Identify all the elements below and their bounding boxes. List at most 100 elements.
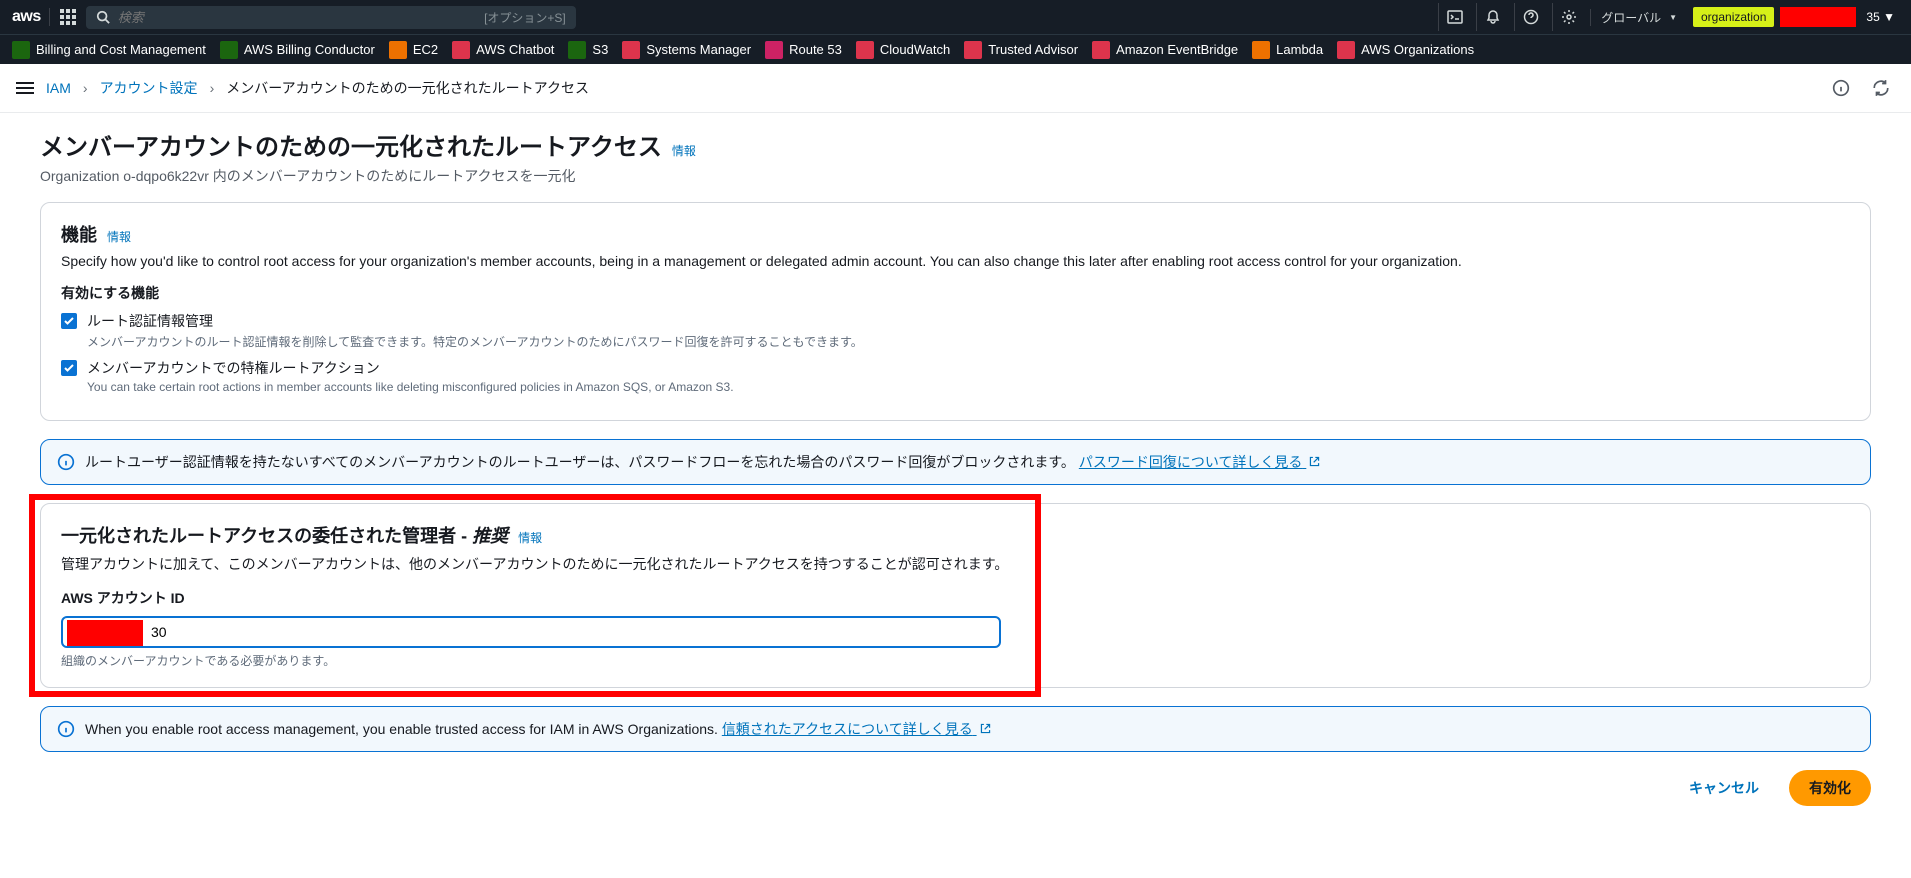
feature-sub: メンバーアカウントのルート認証情報を削除して監査できます。特定のメンバーアカウン… (87, 333, 863, 350)
action-row: キャンセル 有効化 (40, 770, 1871, 806)
account-badge[interactable]: organization (1693, 7, 1774, 27)
breadcrumb-bar: IAM › アカウント設定 › メンバーアカウントのための一元化されたルートアク… (0, 64, 1911, 113)
service-item-4[interactable]: S3 (568, 41, 608, 59)
feature-label: ルート認証情報管理 (87, 311, 863, 331)
alert1-text: ルートユーザー認証情報を持たないすべてのメンバーアカウントのルートユーザーは、パ… (85, 454, 1075, 470)
service-item-6[interactable]: Route 53 (765, 41, 842, 59)
checkbox[interactable] (61, 360, 77, 376)
breadcrumb-iam[interactable]: IAM (46, 80, 71, 96)
cancel-button[interactable]: キャンセル (1673, 770, 1775, 806)
settings-icon[interactable] (1552, 3, 1584, 31)
delegated-title: 一元化されたルートアクセスの委任された管理者 - 推奨 (61, 522, 508, 548)
info-icon (57, 720, 75, 738)
features-info-link[interactable]: 情報 (107, 228, 131, 245)
account-id-input[interactable] (61, 616, 1001, 648)
delegated-admin-panel: 一元化されたルートアクセスの委任された管理者 - 推奨 情報 管理アカウントに加… (40, 503, 1871, 688)
service-label: Systems Manager (646, 42, 751, 57)
service-label: S3 (592, 42, 608, 57)
service-item-10[interactable]: Lambda (1252, 41, 1323, 59)
alert1-link[interactable]: パスワード回復について詳しく見る (1079, 454, 1321, 470)
service-label: AWS Chatbot (476, 42, 554, 57)
service-label: Route 53 (789, 42, 842, 57)
info-circle-icon[interactable] (1827, 74, 1855, 102)
service-item-8[interactable]: Trusted Advisor (964, 41, 1078, 59)
service-icon (12, 41, 30, 59)
service-label: Trusted Advisor (988, 42, 1078, 57)
external-link-icon (1308, 455, 1321, 468)
breadcrumb-current: メンバーアカウントのための一元化されたルートアクセス (226, 78, 589, 98)
service-icon (1092, 41, 1110, 59)
feature-label: メンバーアカウントでの特権ルートアクション (87, 358, 734, 378)
alert2-link[interactable]: 信頼されたアクセスについて詳しく見る (722, 721, 992, 737)
services-grid-icon[interactable] (58, 7, 78, 27)
page-subtitle: Organization o-dqpo6k22vr 内のメンバーアカウントのため… (40, 166, 1871, 186)
service-label: EC2 (413, 42, 438, 57)
service-item-0[interactable]: Billing and Cost Management (12, 41, 206, 59)
search-hint: [オプション+S] (484, 9, 566, 26)
service-label: CloudWatch (880, 42, 950, 57)
service-icon (964, 41, 982, 59)
trusted-access-alert: When you enable root access management, … (40, 706, 1871, 752)
service-icon (452, 41, 470, 59)
service-icon (856, 41, 874, 59)
top-right: グローバル organization XXXXXXXX 35 ▼ (1438, 3, 1899, 31)
features-panel: 機能 情報 Specify how you'd like to control … (40, 202, 1871, 421)
service-label: Lambda (1276, 42, 1323, 57)
chevron-icon: › (210, 80, 215, 96)
page-title: メンバーアカウントのための一元化されたルートアクセス (40, 127, 662, 162)
service-icon (220, 41, 238, 59)
feature-sub: You can take certain root actions in mem… (87, 380, 734, 394)
service-label: AWS Billing Conductor (244, 42, 375, 57)
service-item-9[interactable]: Amazon EventBridge (1092, 41, 1238, 59)
search-icon (96, 10, 110, 24)
region-selector[interactable]: グローバル (1590, 9, 1687, 26)
account-tail[interactable]: 35 ▼ (1862, 10, 1899, 24)
service-icon (1252, 41, 1270, 59)
enable-label: 有効にする機能 (61, 283, 1850, 303)
checkbox[interactable] (61, 313, 77, 329)
aws-logo[interactable]: aws (12, 8, 50, 26)
service-icon (568, 41, 586, 59)
search-wrap: [オプション+S] (86, 6, 576, 29)
enable-button[interactable]: 有効化 (1789, 770, 1871, 806)
top-nav: aws [オプション+S] グローバル organization XXXXXXX… (0, 0, 1911, 34)
features-desc: Specify how you'd like to control root a… (61, 253, 1850, 269)
input-redacted (67, 620, 143, 646)
feature-row-0: ルート認証情報管理 メンバーアカウントのルート認証情報を削除して監査できます。特… (61, 311, 1850, 350)
feature-row-1: メンバーアカウントでの特権ルートアクション You can take certa… (61, 358, 1850, 394)
service-item-7[interactable]: CloudWatch (856, 41, 950, 59)
service-label: Amazon EventBridge (1116, 42, 1238, 57)
service-item-3[interactable]: AWS Chatbot (452, 41, 554, 59)
breadcrumb-settings[interactable]: アカウント設定 (100, 78, 198, 98)
search-input[interactable] (118, 10, 476, 25)
alert2-text: When you enable root access management, … (85, 721, 718, 737)
hamburger-icon[interactable] (16, 79, 34, 97)
refresh-icon[interactable] (1867, 74, 1895, 102)
account-redacted: XXXXXXXX (1780, 7, 1856, 27)
notifications-icon[interactable] (1476, 3, 1508, 31)
delegated-info-link[interactable]: 情報 (518, 529, 542, 546)
service-item-5[interactable]: Systems Manager (622, 41, 751, 59)
account-id-label: AWS アカウント ID (61, 588, 1850, 608)
info-icon (57, 453, 75, 471)
service-icon (765, 41, 783, 59)
cloudshell-icon[interactable] (1438, 3, 1470, 31)
chevron-icon: › (83, 80, 88, 96)
help-icon[interactable] (1514, 3, 1546, 31)
account-id-hint: 組織のメンバーアカウントである必要があります。 (61, 652, 1850, 669)
service-item-1[interactable]: AWS Billing Conductor (220, 41, 375, 59)
service-icon (1337, 41, 1355, 59)
service-bar: Billing and Cost Management AWS Billing C… (0, 34, 1911, 64)
main-content: メンバーアカウントのための一元化されたルートアクセス 情報 Organizati… (0, 113, 1911, 836)
delegated-desc: 管理アカウントに加えて、このメンバーアカウントは、他のメンバーアカウントのために… (61, 554, 1850, 574)
external-link-icon (979, 722, 992, 735)
service-label: AWS Organizations (1361, 42, 1474, 57)
page-info-link[interactable]: 情報 (672, 142, 696, 159)
service-label: Billing and Cost Management (36, 42, 206, 57)
service-icon (389, 41, 407, 59)
password-recovery-alert: ルートユーザー認証情報を持たないすべてのメンバーアカウントのルートユーザーは、パ… (40, 439, 1871, 485)
features-title: 機能 (61, 221, 97, 247)
service-item-11[interactable]: AWS Organizations (1337, 41, 1474, 59)
service-icon (622, 41, 640, 59)
service-item-2[interactable]: EC2 (389, 41, 438, 59)
